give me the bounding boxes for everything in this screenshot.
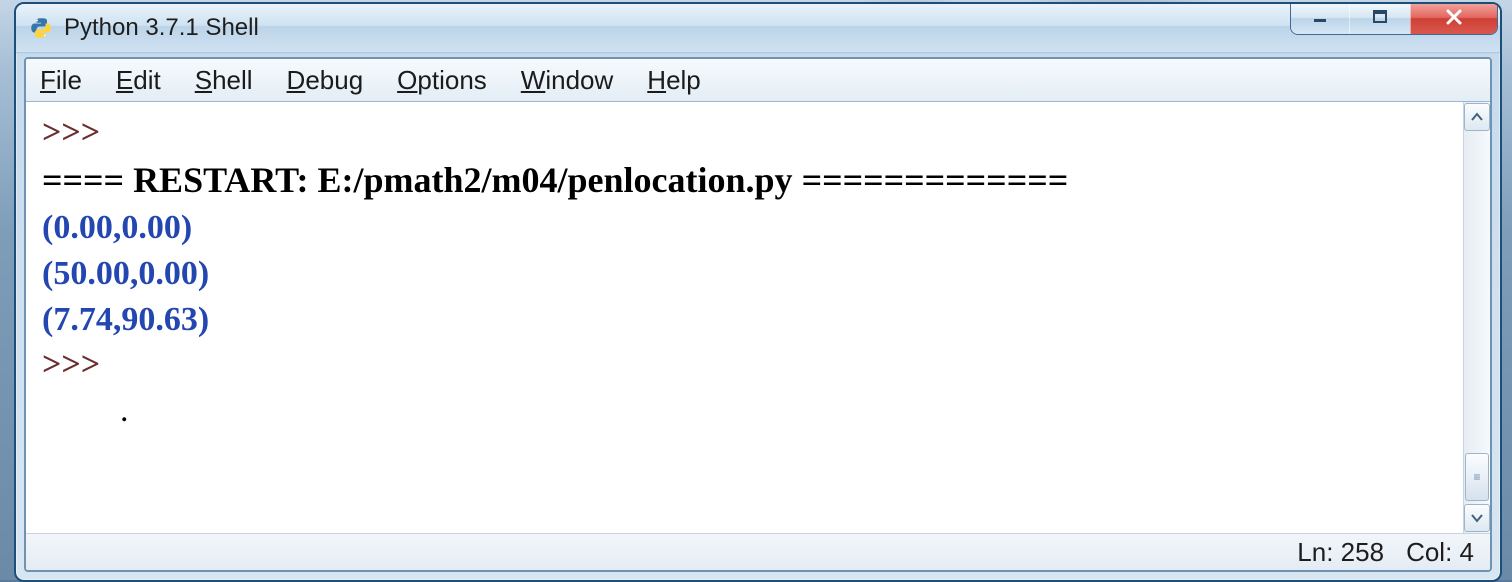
caret: .: [120, 392, 129, 429]
scroll-thumb[interactable]: [1465, 453, 1489, 501]
menu-shell[interactable]: Shell: [195, 65, 253, 96]
idle-window: Python 3.7.1 Shell: [14, 2, 1502, 582]
menu-file[interactable]: File: [40, 65, 82, 96]
scroll-down-button[interactable]: [1464, 504, 1490, 532]
output-line: (50.00,0.00): [42, 255, 209, 292]
titlebar[interactable]: Python 3.7.1 Shell: [16, 4, 1500, 53]
maximize-button[interactable]: [1349, 2, 1410, 34]
menu-help[interactable]: Help: [647, 65, 700, 96]
restart-banner: ==== RESTART: E:/pmath2/m04/penlocation.…: [42, 160, 1068, 200]
close-icon: [1444, 7, 1464, 30]
python-icon: [28, 15, 54, 41]
client-area: File Edit Shell Debug Options Window Hel…: [24, 57, 1492, 572]
status-col: Col: 4: [1406, 537, 1474, 568]
chevron-up-icon: [1471, 109, 1483, 125]
output-line: (7.74,90.63): [42, 301, 209, 338]
window-title: Python 3.7.1 Shell: [64, 14, 259, 42]
chevron-down-icon: [1471, 510, 1483, 526]
minimize-button[interactable]: [1291, 2, 1349, 34]
scroll-track[interactable]: [1464, 132, 1490, 503]
prompt: >>>: [42, 346, 100, 383]
maximize-icon: [1371, 8, 1389, 29]
close-button[interactable]: [1410, 2, 1497, 34]
shell-output[interactable]: >>> ==== RESTART: E:/pmath2/m04/penlocat…: [26, 102, 1463, 533]
menu-bar: File Edit Shell Debug Options Window Hel…: [26, 59, 1490, 102]
menu-debug[interactable]: Debug: [287, 65, 364, 96]
menu-window[interactable]: Window: [521, 65, 613, 96]
status-bar: Ln: 258 Col: 4: [26, 533, 1490, 570]
scroll-up-button[interactable]: [1464, 103, 1490, 131]
vertical-scrollbar[interactable]: [1463, 102, 1490, 533]
minimize-icon: [1311, 8, 1329, 29]
output-line: (0.00,0.00): [42, 209, 192, 246]
window-controls: [1290, 2, 1498, 35]
prompt: >>>: [42, 114, 100, 151]
menu-options[interactable]: Options: [397, 65, 487, 96]
status-line: Ln: 258: [1297, 537, 1384, 568]
menu-edit[interactable]: Edit: [116, 65, 161, 96]
editor-body: >>> ==== RESTART: E:/pmath2/m04/penlocat…: [26, 102, 1490, 533]
